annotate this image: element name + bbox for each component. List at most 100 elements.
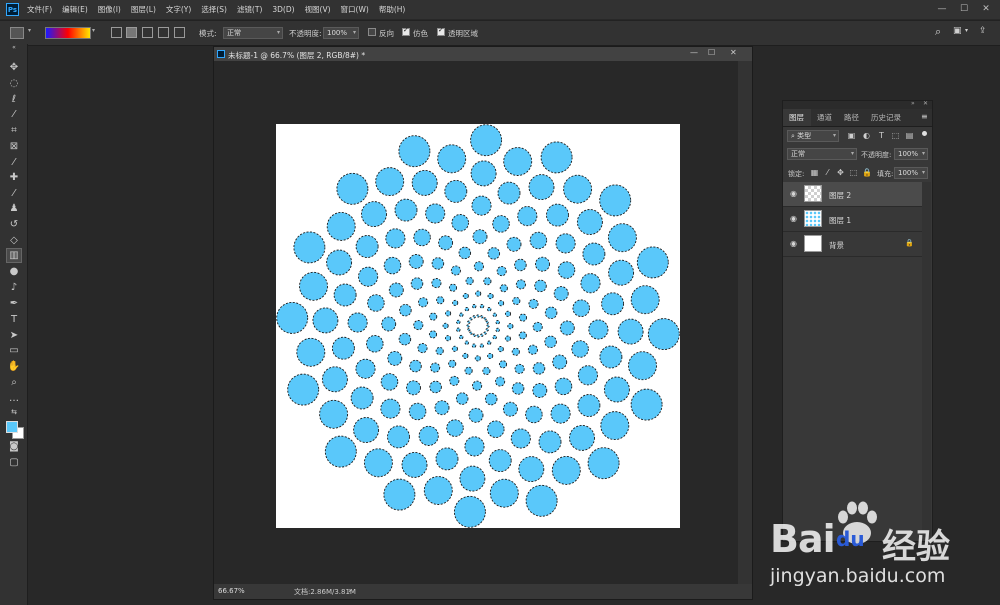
crop-tool-icon[interactable]: ⌗	[7, 124, 21, 137]
angle-gradient-button[interactable]	[142, 27, 153, 38]
preset-dropdown-arrow-icon[interactable]: ▾	[28, 27, 31, 34]
menu-type[interactable]: 文字(Y)	[166, 4, 191, 15]
panel-scrollbar[interactable]	[922, 182, 931, 537]
close-panel-icon[interactable]: ✕	[923, 100, 928, 107]
eraser-tool-icon[interactable]: ◇	[7, 234, 21, 247]
vertical-scrollbar[interactable]	[738, 61, 752, 584]
healing-brush-tool-icon[interactable]: ✚	[7, 171, 21, 184]
tab-channels[interactable]: 通道	[817, 112, 832, 123]
menu-help[interactable]: 帮助(H)	[379, 4, 406, 15]
menu-file[interactable]: 文件(F)	[27, 4, 52, 15]
menu-edit[interactable]: 编辑(E)	[62, 4, 88, 15]
filter-adjustment-icon[interactable]: ◐	[862, 131, 871, 140]
path-selection-tool-icon[interactable]: ➤	[7, 329, 21, 342]
hand-tool-icon[interactable]: ✋	[7, 360, 21, 373]
tab-paths[interactable]: 路径	[844, 112, 859, 123]
marquee-tool-icon[interactable]: ◌	[7, 77, 21, 90]
workspace-icon[interactable]: ▣	[953, 26, 962, 36]
lock-pixels-icon[interactable]: ⁄	[823, 168, 832, 177]
menu-image[interactable]: 图像(I)	[98, 4, 121, 15]
layer-row[interactable]: ◉ 图层 2	[783, 182, 922, 207]
mode-select[interactable]: 正常 ▾	[223, 27, 283, 39]
move-tool-icon[interactable]: ✥	[7, 61, 21, 74]
more-tools-icon[interactable]: …	[7, 392, 21, 405]
canvas[interactable]	[276, 124, 680, 528]
panel-menu-icon[interactable]: ≡	[921, 112, 928, 121]
gradient-tool-preset-icon[interactable]	[10, 27, 24, 39]
reflected-gradient-button[interactable]	[158, 27, 169, 38]
eye-icon[interactable]: ◉	[790, 189, 797, 198]
doc-maximize-button[interactable]: ☐	[708, 48, 715, 57]
fill-field[interactable]: 100% ▾	[894, 167, 928, 179]
workspace-arrow-icon[interactable]: ▾	[965, 27, 968, 34]
panel-header[interactable]: » ✕	[783, 100, 932, 109]
brush-tool-icon[interactable]: ⁄	[7, 187, 21, 200]
search-icon[interactable]: ⌕	[935, 25, 941, 39]
tab-history[interactable]: 历史记录	[871, 112, 901, 123]
dither-checkbox[interactable]	[402, 26, 410, 36]
layer-opacity-field[interactable]: 100% ▾	[894, 148, 928, 160]
share-icon[interactable]: ⇪	[979, 26, 987, 36]
eye-icon[interactable]: ◉	[790, 239, 797, 248]
quick-mask-icon[interactable]: ◙	[7, 440, 21, 453]
canvas-area[interactable]	[214, 61, 738, 584]
lock-artboard-icon[interactable]: ⬚	[849, 168, 858, 177]
diamond-gradient-button[interactable]	[174, 27, 185, 38]
eyedropper-tool-icon[interactable]: ⁄	[7, 156, 21, 169]
collapse-panel-icon[interactable]: »	[911, 100, 915, 107]
menu-select[interactable]: 选择(S)	[201, 4, 227, 15]
layer-name[interactable]: 图层 1	[829, 215, 851, 226]
zoom-tool-icon[interactable]: ⌕	[7, 376, 21, 389]
radial-gradient-button[interactable]	[126, 27, 137, 38]
blur-tool-icon[interactable]: ●	[7, 265, 21, 278]
dodge-tool-icon[interactable]: ♪	[7, 281, 21, 294]
type-tool-icon[interactable]: T	[7, 313, 21, 326]
minimize-button[interactable]: —	[932, 2, 952, 17]
magic-wand-tool-icon[interactable]: ⁄	[7, 108, 21, 121]
filter-pixel-icon[interactable]: ▣	[847, 131, 856, 140]
lock-position-icon[interactable]: ✥	[836, 168, 845, 177]
lock-all-icon[interactable]: 🔒	[862, 168, 872, 177]
layer-filter-select[interactable]: ⌕ 类型 ▾	[787, 130, 839, 142]
clone-stamp-tool-icon[interactable]: ♟	[7, 202, 21, 215]
layer-name[interactable]: 图层 2	[829, 190, 851, 201]
layer-name[interactable]: 背景	[829, 240, 844, 251]
gradient-tool-icon[interactable]: ▥	[6, 248, 22, 263]
filter-smart-object-icon[interactable]: ▤	[905, 131, 914, 140]
opacity-field[interactable]: 100% ▾	[323, 27, 359, 39]
photoshop-logo-icon[interactable]: Ps	[6, 3, 19, 16]
eye-icon[interactable]: ◉	[790, 214, 797, 223]
layer-row[interactable]: ◉ 背景 🔒	[783, 232, 922, 257]
filter-type-icon[interactable]: T	[877, 131, 886, 140]
menu-filter[interactable]: 滤镜(T)	[237, 4, 262, 15]
zoom-level[interactable]: 66.67%	[218, 587, 245, 595]
collapse-toolbar-icon[interactable]: «	[7, 44, 21, 52]
lock-icon[interactable]: 🔒	[905, 239, 914, 247]
menu-3d[interactable]: 3D(D)	[272, 5, 294, 14]
foreground-color-swatch[interactable]	[6, 421, 18, 433]
doc-minimize-button[interactable]: —	[690, 48, 698, 57]
tab-layers[interactable]: 图层	[789, 112, 804, 123]
document-tab[interactable]: 未标题-1 @ 66.7% (图层 2, RGB/8#) * — ☐ ✕	[214, 47, 752, 61]
menu-window[interactable]: 窗口(W)	[341, 4, 369, 15]
linear-gradient-button[interactable]	[111, 27, 122, 38]
lasso-tool-icon[interactable]: ℓ	[7, 93, 21, 106]
default-colors-icon[interactable]: ⇆	[7, 406, 21, 419]
lock-transparent-icon[interactable]: ▦	[810, 168, 819, 177]
filter-shape-icon[interactable]: ⬚	[891, 131, 900, 140]
doc-info[interactable]: 文档:2.86M/3.81M	[294, 587, 356, 597]
gradient-dropdown-arrow-icon[interactable]: ▾	[92, 27, 95, 34]
gradient-preview[interactable]	[45, 27, 91, 39]
menu-layer[interactable]: 图层(L)	[131, 4, 156, 15]
rectangle-tool-icon[interactable]: ▭	[7, 344, 21, 357]
maximize-button[interactable]: ☐	[954, 2, 974, 17]
filter-toggle-icon[interactable]	[922, 131, 927, 136]
history-brush-tool-icon[interactable]: ↺	[7, 218, 21, 231]
blend-mode-select[interactable]: 正常 ▾	[787, 148, 857, 160]
reverse-checkbox[interactable]	[368, 28, 376, 36]
close-button[interactable]: ✕	[976, 2, 996, 17]
transparency-checkbox[interactable]	[437, 26, 445, 36]
status-menu-arrow-icon[interactable]: ›	[348, 586, 351, 595]
screen-mode-icon[interactable]: ▢	[7, 456, 21, 469]
frame-tool-icon[interactable]: ⊠	[7, 140, 21, 153]
